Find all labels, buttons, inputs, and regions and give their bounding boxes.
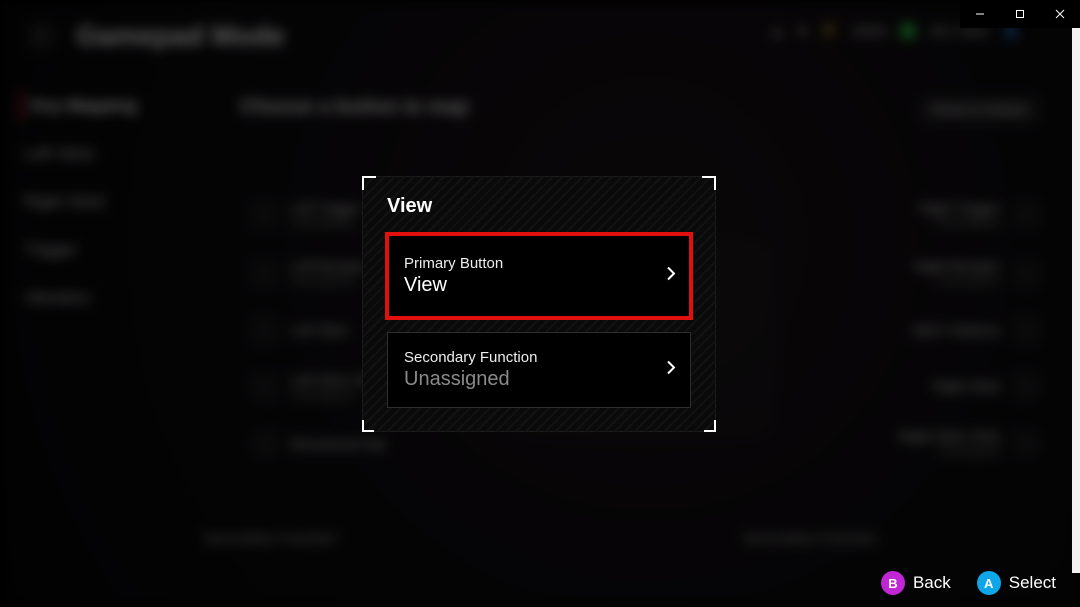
select-label: Select — [1009, 573, 1056, 593]
b-button-icon: B — [881, 571, 905, 595]
window-minimize-button[interactable] — [960, 0, 1000, 28]
window-close-button[interactable] — [1040, 0, 1080, 28]
secondary-function-value: Unassigned — [404, 368, 646, 391]
primary-button-value: View — [404, 274, 646, 297]
chevron-right-icon — [666, 360, 676, 381]
footer-hints: B Back A Select — [881, 571, 1056, 595]
modal-title: View — [387, 195, 691, 218]
a-button-icon: A — [977, 571, 1001, 595]
primary-button-label: Primary Button — [404, 255, 646, 272]
button-mapping-modal: View Primary Button View Secondary Funct… — [362, 176, 716, 432]
back-label: Back — [913, 573, 951, 593]
scrollbar[interactable] — [1072, 0, 1080, 573]
primary-button-option[interactable]: Primary Button View — [387, 234, 691, 318]
select-hint: A Select — [977, 571, 1056, 595]
window-maximize-button[interactable] — [1000, 0, 1040, 28]
secondary-function-label: Secondary Function — [404, 349, 646, 366]
back-hint: B Back — [881, 571, 951, 595]
secondary-function-option[interactable]: Secondary Function Unassigned — [387, 332, 691, 408]
chevron-right-icon — [666, 266, 676, 287]
window-titlebar — [960, 0, 1080, 28]
